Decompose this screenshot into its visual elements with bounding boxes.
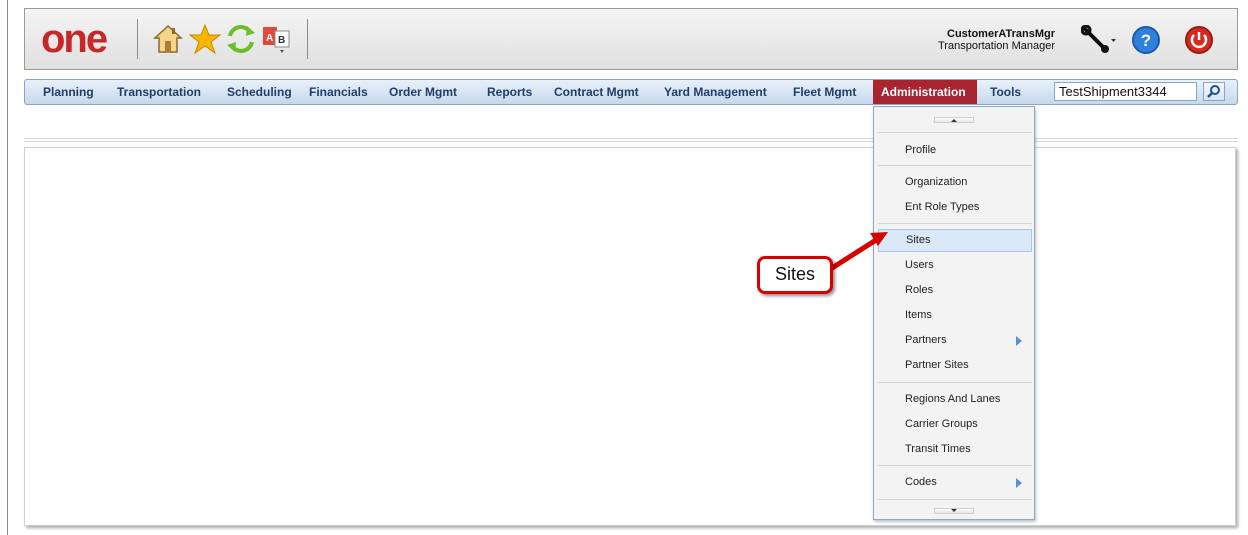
menu-item-codes-label: Codes [905,476,937,488]
scroll-down-icon [951,509,957,512]
menu-separator [878,223,1032,224]
menu-separator [878,465,1032,466]
user-name: CustomerATransMgr [947,28,1055,40]
menu-item-transit-times[interactable]: Transit Times [878,438,1032,461]
wrench-icon[interactable] [1081,25,1117,55]
svg-text:B: B [278,35,285,46]
menu-item-ent-role-types[interactable]: Ent Role Types [878,196,1032,219]
callout-label: Sites [757,256,833,294]
nav-tools[interactable]: Tools [982,80,1029,104]
help-icon[interactable]: ? [1131,25,1161,55]
power-icon[interactable] [1184,25,1214,55]
menu-item-organization[interactable]: Organization [878,171,1032,194]
home-icon[interactable] [152,23,184,55]
menu-item-profile[interactable]: Profile [878,139,1032,162]
nav-reports[interactable]: Reports [479,80,540,104]
nav-administration[interactable]: Administration [873,80,977,104]
menu-separator [878,132,1032,133]
menu-item-partners-label: Partners [905,334,947,346]
menu-item-users[interactable]: Users [878,254,1032,277]
svg-text:?: ? [1141,31,1151,50]
scroll-up-icon [951,119,957,122]
header-divider [137,19,138,59]
search-icon [1207,85,1220,98]
nav-financials[interactable]: Financials [301,80,376,104]
menu-item-roles[interactable]: Roles [878,279,1032,302]
menu-item-sites[interactable]: Sites [878,229,1032,252]
main-content-panel [24,147,1236,526]
nav-planning[interactable]: Planning [35,80,102,104]
menu-separator [878,165,1032,166]
refresh-icon[interactable] [225,23,257,55]
spell-check-icon[interactable]: A B [261,23,293,55]
menu-scroll-down[interactable] [934,508,974,514]
menu-item-regions-and-lanes[interactable]: Regions And Lanes [878,388,1032,411]
user-role: Transportation Manager [938,40,1055,52]
user-info: CustomerATransMgr Transportation Manager [938,28,1055,52]
submenu-arrow-icon [1016,478,1022,488]
menu-separator [878,382,1032,383]
menu-item-carrier-groups[interactable]: Carrier Groups [878,413,1032,436]
global-search-input[interactable]: TestShipment3344 [1054,82,1197,101]
menu-item-codes[interactable]: Codes [878,471,1032,494]
menu-scroll-up[interactable] [934,117,974,123]
header-bar: one A B CustomerATransMgr Transportation… [24,8,1238,70]
nav-order-mgmt[interactable]: Order Mgmt [381,80,465,104]
nav-yard-management[interactable]: Yard Management [656,80,775,104]
toolbar-divider [24,138,1238,142]
svg-text:A: A [266,33,273,44]
nav-transportation[interactable]: Transportation [109,80,209,104]
header-divider [307,19,308,59]
nav-fleet-mgmt[interactable]: Fleet Mgmt [785,80,864,104]
favorites-star-icon[interactable] [189,23,221,55]
one-logo[interactable]: one [41,19,108,59]
submenu-arrow-icon [1016,336,1022,346]
menu-item-partner-sites[interactable]: Partner Sites [878,354,1032,377]
search-button[interactable] [1203,82,1225,101]
menu-item-partners[interactable]: Partners [878,329,1032,352]
administration-dropdown-menu: Profile Organization Ent Role Types Site… [873,106,1035,520]
nav-scheduling[interactable]: Scheduling [219,80,300,104]
menu-item-items[interactable]: Items [878,304,1032,327]
menu-separator [878,499,1032,500]
nav-contract-mgmt[interactable]: Contract Mgmt [546,80,647,104]
